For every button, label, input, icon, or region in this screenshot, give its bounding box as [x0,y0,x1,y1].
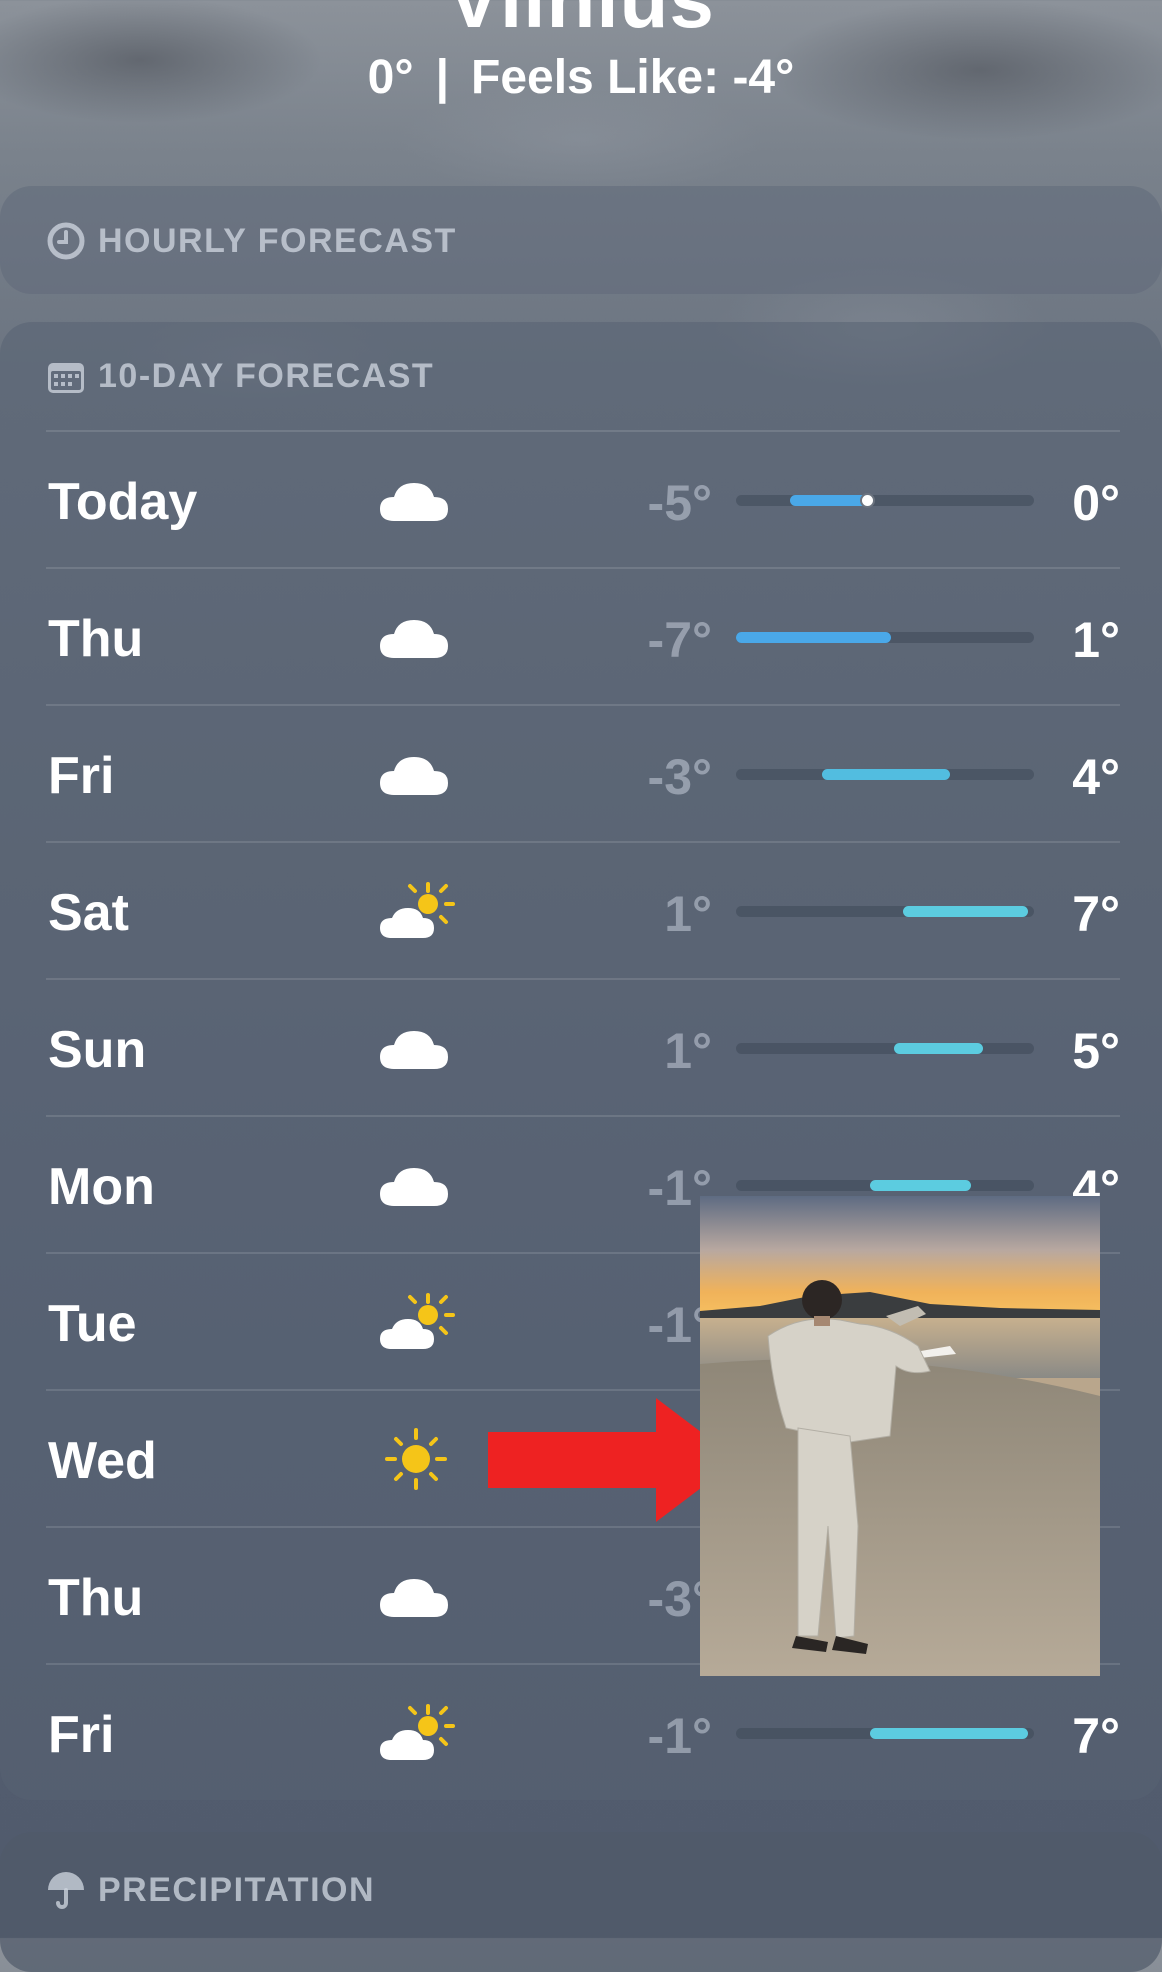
umbrella-icon [48,1872,84,1909]
cloud-icon [374,467,454,533]
forecast-day: Sun [48,1021,147,1079]
forecast-high: 7° [1072,1708,1120,1764]
calendar-icon [48,362,84,393]
cloud-icon [374,1015,454,1081]
partly-sunny-icon [376,1700,456,1766]
partly-sunny-icon [376,878,456,944]
forecast-high: 4° [1072,749,1120,805]
temperature-range-fill [822,769,950,780]
temperature-range-bar [736,493,1034,508]
precipitation-title: PRECIPITATION [98,1870,376,1909]
temperature-range-bar [736,769,1034,780]
forecast-low: -3° [647,749,712,805]
forecast-high: 7° [1072,886,1120,942]
forecast-high: 0° [1072,475,1120,531]
hourly-forecast-title: HOURLY FORECAST [98,221,457,260]
beach-sunset-photo [700,1196,1100,1676]
temperature-range-bar [736,1043,1034,1054]
forecast-row[interactable]: Sat 1° 7° [46,841,1120,980]
forecast-low: 1° [664,1023,712,1079]
cloud-icon [374,604,454,670]
hourly-forecast-card[interactable]: HOURLY FORECAST [0,186,1162,294]
forecast-row[interactable]: Fri -1° 7° [46,1663,1120,1802]
sun-icon [376,1426,456,1492]
forecast-day: Tue [48,1295,137,1353]
city-name: Vilnius [0,0,1162,46]
temperature-range-fill [903,906,1028,917]
forecast-high: 5° [1072,1023,1120,1079]
feels-like: Feels Like: -4° [471,51,795,104]
current-conditions: 0° | Feels Like: -4° [0,50,1162,105]
forecast-row[interactable]: Thu -7° 1° [46,567,1120,706]
cloud-icon [374,1152,454,1218]
separator: | [435,51,449,104]
forecast-row[interactable]: Sun 1° 5° [46,978,1120,1117]
clock-icon [47,222,85,260]
hourly-forecast-header: HOURLY FORECAST [46,221,457,261]
forecast-day: Thu [48,1569,144,1627]
precipitation-card[interactable]: PRECIPITATION [0,1832,1162,1972]
temperature-range-bar [736,1180,1034,1191]
temperature-range-fill [736,632,891,643]
forecast-high: 1° [1072,612,1120,668]
precipitation-header: PRECIPITATION [46,1870,375,1910]
temperature-range-fill [894,1043,983,1054]
current-temperature: 0° [367,51,414,104]
forecast-row[interactable]: Fri -3° 4° [46,704,1120,843]
forecast-low: -7° [647,612,712,668]
temperature-range-fill [790,495,870,506]
temperature-range-bar [736,906,1034,917]
overlay-photo [700,1196,1100,1676]
forecast-low: 1° [664,886,712,942]
ten-day-forecast-title: 10-DAY FORECAST [98,357,435,395]
forecast-row[interactable]: Today -5° 0° [46,430,1120,569]
partly-sunny-icon [376,1289,456,1355]
temperature-range-fill [870,1180,971,1191]
forecast-day: Sat [48,884,129,942]
forecast-day: Fri [48,1706,115,1764]
temperature-range-fill [870,1728,1028,1739]
cloud-icon [374,1563,454,1629]
current-temperature-dot [860,493,875,508]
ten-day-forecast-header: 10-DAY FORECAST [46,357,434,396]
temperature-range-bar [736,1728,1034,1739]
forecast-low: -5° [647,475,712,531]
forecast-day: Wed [48,1432,157,1490]
cloud-icon [374,741,454,807]
forecast-low: -1° [647,1708,712,1764]
forecast-day: Today [48,473,198,531]
forecast-day: Thu [48,610,144,668]
temperature-range-bar [736,632,1034,643]
forecast-day: Fri [48,747,115,805]
forecast-day: Mon [48,1158,155,1216]
